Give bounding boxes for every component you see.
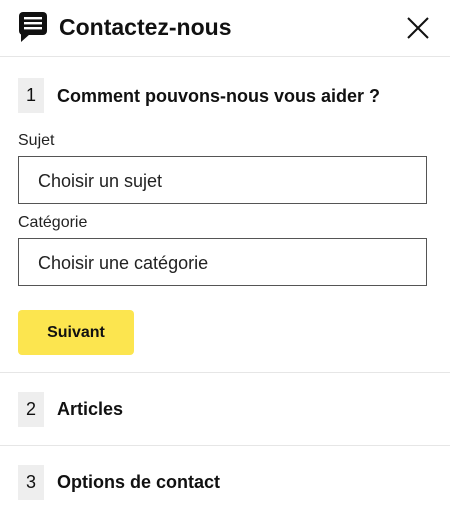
step-title-contact-options[interactable]: Options de contact bbox=[57, 471, 220, 493]
category-label: Catégorie bbox=[18, 214, 88, 231]
subject-select-value: Choisir un sujet bbox=[38, 171, 163, 191]
subject-label: Sujet bbox=[18, 132, 55, 149]
step-title-articles[interactable]: Articles bbox=[57, 398, 123, 420]
step-number-badge: 3 bbox=[18, 465, 44, 500]
next-button[interactable]: Suivant bbox=[18, 310, 134, 355]
step-number-badge: 2 bbox=[18, 392, 44, 427]
divider bbox=[0, 445, 450, 446]
step-number-badge: 1 bbox=[18, 78, 44, 113]
divider bbox=[0, 372, 450, 373]
dialog-title: Contactez-nous bbox=[59, 14, 232, 40]
close-icon[interactable] bbox=[403, 13, 433, 43]
category-select[interactable]: Choisir une catégorie bbox=[18, 238, 427, 286]
subject-select[interactable]: Choisir un sujet bbox=[18, 156, 427, 204]
step-title: Comment pouvons-nous vous aider ? bbox=[57, 86, 381, 106]
category-select-value: Choisir une catégorie bbox=[38, 253, 209, 273]
chat-bubble-icon bbox=[19, 12, 47, 42]
dialog-header: Contactez-nous bbox=[0, 0, 450, 57]
